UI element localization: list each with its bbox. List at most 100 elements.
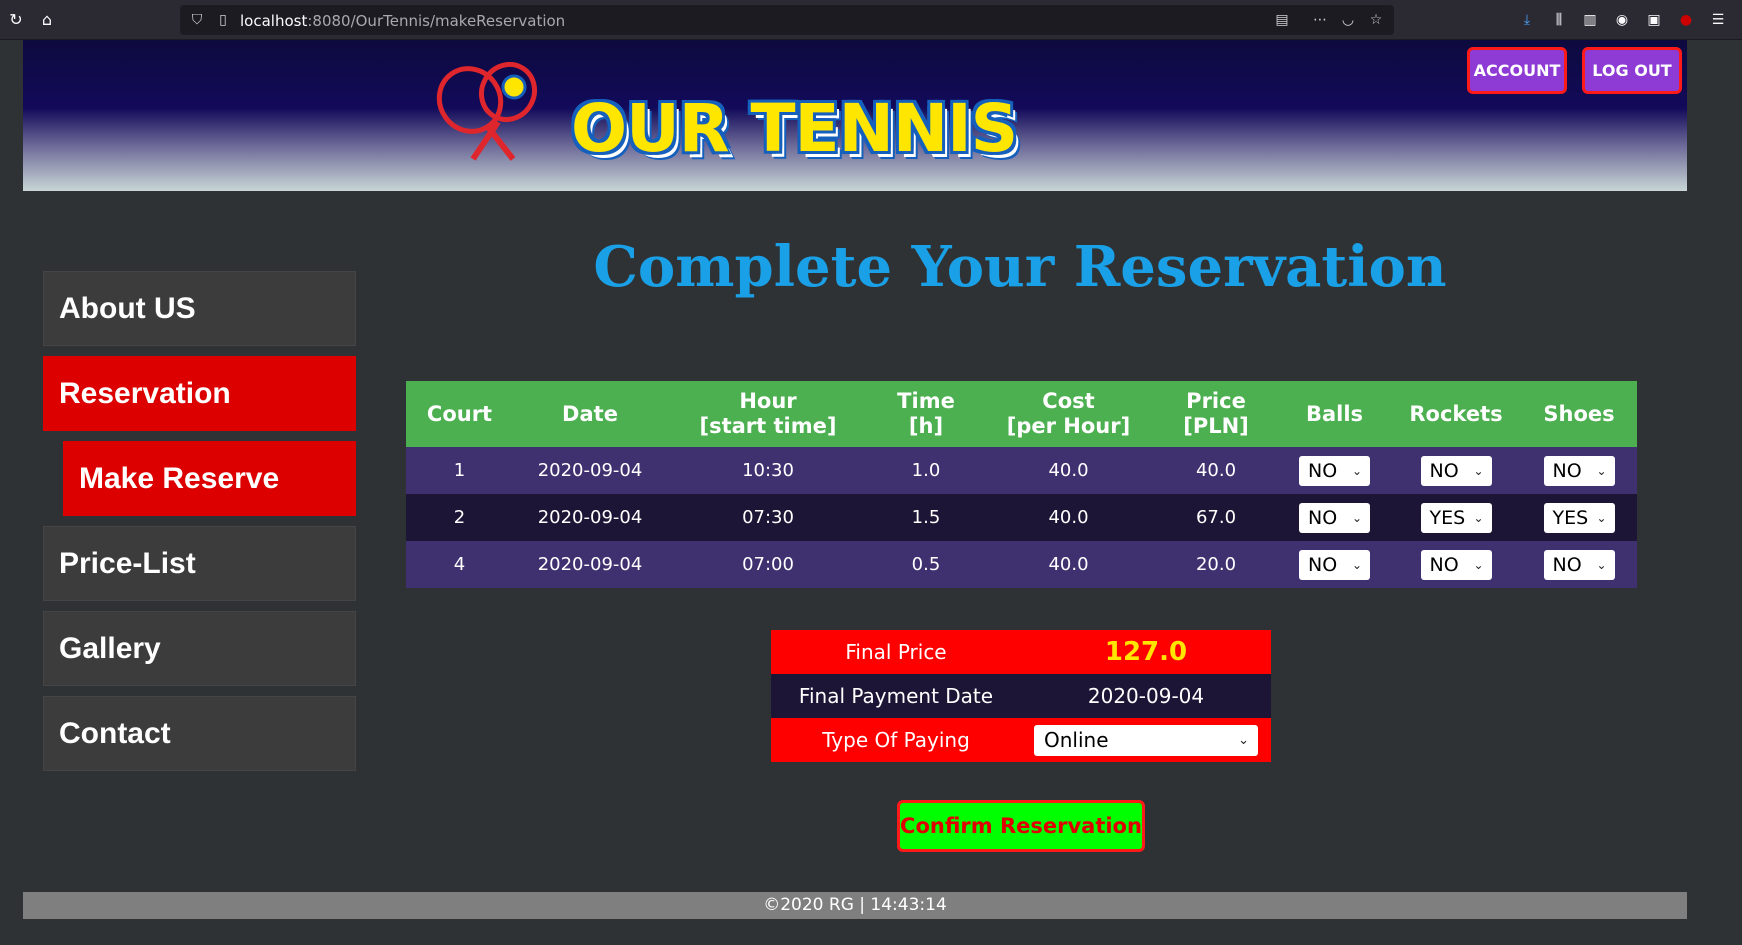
cell-price: 20.0 <box>1154 541 1278 588</box>
header-banner: OUR TENNIS ACCOUNT LOG OUT <box>23 40 1687 191</box>
logo[interactable]: OUR TENNIS <box>428 62 1028 167</box>
url-path: :8080/OurTennis/makeReservation <box>307 12 566 30</box>
cell-hour: 07:30 <box>667 494 869 541</box>
sidebar-item-contact[interactable]: Contact <box>43 696 356 771</box>
reload-icon[interactable]: ↻ <box>6 10 26 30</box>
page-title: Complete Your Reservation <box>593 234 1447 300</box>
cell-price: 67.0 <box>1154 494 1278 541</box>
balls-select[interactable]: NO ⌄ <box>1299 502 1370 533</box>
footer: ©2020 RG | 14:43:14 <box>23 892 1687 919</box>
address-bar[interactable]: ⛉ ▯ localhost:8080/OurTennis/makeReserva… <box>180 5 1394 35</box>
select-value: NO <box>1308 459 1338 482</box>
select-value: NO <box>1552 459 1582 482</box>
paying-type-select[interactable]: Online ⌄ <box>1034 724 1258 756</box>
more-actions-icon[interactable]: ⋯ <box>1310 10 1330 30</box>
sidebar-item-price-list[interactable]: Price-List <box>43 526 356 601</box>
pocket-icon[interactable]: ◡ <box>1338 10 1358 30</box>
header-label: Date <box>562 401 618 426</box>
logo-text: OUR TENNIS <box>571 90 1018 167</box>
cell-shoes: NO ⌄ <box>1521 447 1637 494</box>
url-host: localhost <box>240 12 308 30</box>
final-price-label: Final Price <box>771 630 1021 674</box>
cell-balls: NO ⌄ <box>1278 541 1391 588</box>
rockets-select[interactable]: YES ⌄ <box>1420 502 1492 533</box>
balls-select[interactable]: NO ⌄ <box>1299 549 1370 580</box>
col-balls: Balls <box>1278 381 1391 447</box>
payment-date-label: Final Payment Date <box>771 674 1021 718</box>
paying-type-label: Type Of Paying <box>771 718 1021 762</box>
shoes-select[interactable]: YES ⌄ <box>1543 502 1615 533</box>
sidebar-item-reservation[interactable]: Reservation <box>43 356 356 431</box>
sidebar-item-make-reserve[interactable]: Make Reserve <box>63 441 356 516</box>
chevron-down-icon: ⌄ <box>1596 510 1607 525</box>
cell-date: 2020-09-04 <box>513 447 667 494</box>
sidebar-item-gallery[interactable]: Gallery <box>43 611 356 686</box>
home-icon[interactable]: ⌂ <box>37 10 57 30</box>
col-court: Court <box>406 381 513 447</box>
cell-time: 0.5 <box>869 541 983 588</box>
cell-hour: 07:00 <box>667 541 869 588</box>
table-row: 4 2020-09-04 07:00 0.5 40.0 20.0 NO ⌄ NO ⌄… <box>406 541 1637 588</box>
header-label: Rockets <box>1409 401 1503 426</box>
menu-icon[interactable]: ☰ <box>1708 10 1728 30</box>
cell-court: 2 <box>406 494 513 541</box>
header-sublabel: [start time] <box>699 414 837 438</box>
logout-button[interactable]: LOG OUT <box>1582 47 1682 94</box>
confirm-reservation-button[interactable]: Confirm Reservation <box>897 800 1145 852</box>
download-icon[interactable]: ⤓ <box>1517 10 1537 30</box>
header-label: Time <box>897 389 955 413</box>
chevron-down-icon: ⌄ <box>1473 510 1484 525</box>
select-value: YES <box>1552 506 1589 529</box>
balls-select[interactable]: NO ⌄ <box>1299 455 1370 486</box>
header-label: Court <box>426 401 493 426</box>
header-sublabel: [per Hour] <box>1006 414 1131 438</box>
col-shoes: Shoes <box>1521 381 1637 447</box>
bookmark-star-icon[interactable]: ☆ <box>1366 10 1386 30</box>
select-value: NO <box>1308 553 1338 576</box>
chevron-down-icon: ⌄ <box>1596 463 1607 478</box>
account-button[interactable]: ACCOUNT <box>1467 47 1567 94</box>
select-value: NO <box>1552 553 1582 576</box>
final-price-cell: 127.0 <box>1021 630 1271 674</box>
chevron-down-icon: ⌄ <box>1596 557 1607 572</box>
cell-cost: 40.0 <box>983 541 1154 588</box>
col-hour: Hour [start time] <box>667 381 869 447</box>
shoes-select[interactable]: NO ⌄ <box>1543 549 1615 580</box>
cell-time: 1.0 <box>869 447 983 494</box>
select-value: Online <box>1044 727 1109 752</box>
cell-rockets: NO ⌄ <box>1391 541 1521 588</box>
payment-date-value: 2020-09-04 <box>1021 674 1271 718</box>
rockets-select[interactable]: NO ⌄ <box>1420 455 1492 486</box>
cell-cost: 40.0 <box>983 494 1154 541</box>
cell-court: 1 <box>406 447 513 494</box>
shoes-select[interactable]: NO ⌄ <box>1543 455 1615 486</box>
reader-view-icon[interactable]: ▤ <box>1272 10 1292 30</box>
cell-time: 1.5 <box>869 494 983 541</box>
cell-shoes: NO ⌄ <box>1521 541 1637 588</box>
header-sublabel: [h] <box>908 414 944 438</box>
url-text[interactable]: localhost:8080/OurTennis/makeReservation <box>240 12 565 30</box>
reservation-table: Court Date Hour [start time] Time [h] Cost… <box>406 381 1637 588</box>
col-time: Time [h] <box>869 381 983 447</box>
select-value: YES <box>1429 506 1466 529</box>
library-icon[interactable]: ⫼ <box>1549 10 1569 30</box>
chevron-down-icon: ⌄ <box>1351 557 1362 572</box>
ublock-icon[interactable]: ● <box>1676 10 1696 30</box>
sidebar-item-about-us[interactable]: About US <box>43 271 356 346</box>
header-label: Balls <box>1305 401 1364 426</box>
extension-icon[interactable]: ▣ <box>1644 10 1664 30</box>
sidebar-icon[interactable]: ▥ <box>1580 10 1600 30</box>
select-value: NO <box>1308 506 1338 529</box>
rockets-select[interactable]: NO ⌄ <box>1420 549 1492 580</box>
chevron-down-icon: ⌄ <box>1351 510 1362 525</box>
cell-shoes: YES ⌄ <box>1521 494 1637 541</box>
cell-date: 2020-09-04 <box>513 494 667 541</box>
col-price: Price [PLN] <box>1154 381 1278 447</box>
shield-icon[interactable]: ⛉ <box>187 10 207 30</box>
cell-price: 40.0 <box>1154 447 1278 494</box>
cell-rockets: YES ⌄ <box>1391 494 1521 541</box>
account-icon[interactable]: ◉ <box>1612 10 1632 30</box>
cell-hour: 10:30 <box>667 447 869 494</box>
table-header-row: Court Date Hour [start time] Time [h] Cost… <box>406 381 1637 447</box>
header-label: Cost <box>1042 389 1095 413</box>
